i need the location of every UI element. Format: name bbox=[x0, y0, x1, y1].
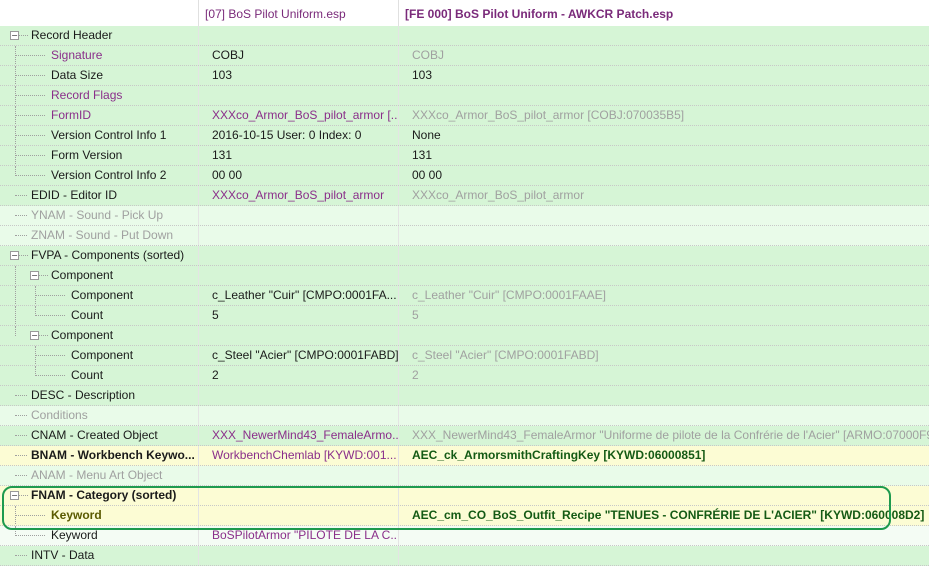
tree-row-formid[interactable]: FormID XXXco_Armor_BoS_pilot_armor [... … bbox=[0, 106, 929, 126]
value-plugin-1: COBJ bbox=[198, 46, 398, 65]
tree-row-desc[interactable]: DESC - Description bbox=[0, 386, 929, 406]
value-plugin-2: None bbox=[398, 126, 929, 145]
value-plugin-1: 2016-10-15 User: 0 Index: 0 bbox=[198, 126, 398, 145]
value-plugin-1: 5 bbox=[198, 306, 398, 325]
value-plugin-1: WorkbenchChemlab [KYWD:001... bbox=[198, 446, 398, 465]
value-plugin-2: 00 00 bbox=[398, 166, 929, 185]
field-name: Form Version bbox=[51, 148, 123, 162]
collapse-icon[interactable]: − bbox=[10, 251, 19, 260]
value-plugin-2: 5 bbox=[398, 306, 929, 325]
field-name: EDID - Editor ID bbox=[31, 188, 118, 202]
value-plugin-1: 00 00 bbox=[198, 166, 398, 185]
value-plugin-1: c_Steel "Acier" [CMPO:0001FABD] bbox=[198, 346, 398, 365]
field-name: Component bbox=[71, 348, 134, 362]
field-name: Version Control Info 2 bbox=[51, 168, 167, 182]
field-name: Signature bbox=[51, 48, 103, 62]
field-name: BNAM - Workbench Keywo... bbox=[31, 448, 195, 462]
field-name: DESC - Description bbox=[31, 388, 136, 402]
tree-row-form-version[interactable]: Form Version 131 131 bbox=[0, 146, 929, 166]
field-name: Component bbox=[51, 328, 114, 342]
tree-row-record-header[interactable]: − Record Header bbox=[0, 26, 929, 46]
field-name: Conditions bbox=[31, 408, 88, 422]
value-plugin-2: c_Steel "Acier" [CMPO:0001FABD] bbox=[398, 346, 929, 365]
tree-row-version-control-info-2[interactable]: Version Control Info 2 00 00 00 00 bbox=[0, 166, 929, 186]
value-plugin-2: XXXco_Armor_BoS_pilot_armor [COBJ:070035… bbox=[398, 106, 929, 125]
collapse-icon[interactable]: − bbox=[10, 491, 19, 500]
field-name: Data Size bbox=[51, 68, 104, 82]
field-name: Count bbox=[71, 308, 104, 322]
collapse-icon[interactable]: − bbox=[30, 271, 39, 280]
tree-row-keyword[interactable]: Keyword BoSPilotArmor "PILOTE DE LA C... bbox=[0, 526, 929, 546]
value-plugin-1: XXXco_Armor_BoS_pilot_armor [... bbox=[198, 106, 398, 125]
column-header-bar: [07] BoS Pilot Uniform.esp [FE 000] BoS … bbox=[0, 0, 929, 27]
value-plugin-1: BoSPilotArmor "PILOTE DE LA C... bbox=[198, 526, 398, 545]
value-plugin-2: COBJ bbox=[398, 46, 929, 65]
collapse-icon[interactable]: − bbox=[10, 31, 19, 40]
tree-row-component[interactable]: Component c_Leather "Cuir" [CMPO:0001FA.… bbox=[0, 286, 929, 306]
value-plugin-1 bbox=[198, 506, 398, 525]
column-divider[interactable] bbox=[198, 0, 199, 26]
tree-row-keyword-added[interactable]: Keyword AEC_cm_CO_BoS_Outfit_Recipe "TEN… bbox=[0, 506, 929, 526]
tree-row-bnam[interactable]: BNAM - Workbench Keywo... WorkbenchCheml… bbox=[0, 446, 929, 466]
tree-row-component[interactable]: Component c_Steel "Acier" [CMPO:0001FABD… bbox=[0, 346, 929, 366]
tree-row-signature[interactable]: Signature COBJ COBJ bbox=[0, 46, 929, 66]
column-header-plugin-1[interactable]: [07] BoS Pilot Uniform.esp bbox=[205, 0, 395, 26]
field-name: Component bbox=[71, 288, 134, 302]
field-name: INTV - Data bbox=[31, 548, 95, 562]
value-plugin-1: 131 bbox=[198, 146, 398, 165]
field-name: FormID bbox=[51, 108, 91, 122]
field-name: FNAM - Category (sorted) bbox=[31, 488, 177, 502]
field-name: FVPA - Components (sorted) bbox=[31, 248, 185, 262]
field-name: ZNAM - Sound - Put Down bbox=[31, 228, 174, 242]
field-name: Record Flags bbox=[51, 88, 123, 102]
value-plugin-1: 2 bbox=[198, 366, 398, 385]
tree-row-count[interactable]: Count 5 5 bbox=[0, 306, 929, 326]
tree-row-ynam[interactable]: YNAM - Sound - Pick Up bbox=[0, 206, 929, 226]
value-plugin-2: AEC_cm_CO_BoS_Outfit_Recipe "TENUES - CO… bbox=[398, 506, 929, 525]
field-name: Record Header bbox=[31, 28, 113, 42]
value-plugin-2: XXXco_Armor_BoS_pilot_armor bbox=[398, 186, 929, 205]
collapse-icon[interactable]: − bbox=[30, 331, 39, 340]
tree-row-anam[interactable]: ANAM - Menu Art Object bbox=[0, 466, 929, 486]
field-name: Keyword bbox=[51, 508, 102, 522]
column-header-plugin-2[interactable]: [FE 000] BoS Pilot Uniform - AWKCR Patch… bbox=[405, 0, 925, 26]
tree-row-conditions[interactable]: Conditions bbox=[0, 406, 929, 426]
field-name: ANAM - Menu Art Object bbox=[31, 468, 163, 482]
tree-row-count[interactable]: Count 2 2 bbox=[0, 366, 929, 386]
value-plugin-2: 2 bbox=[398, 366, 929, 385]
tree-row-znam[interactable]: ZNAM - Sound - Put Down bbox=[0, 226, 929, 246]
tree-row-component-group-1[interactable]: − Component bbox=[0, 266, 929, 286]
field-name: YNAM - Sound - Pick Up bbox=[31, 208, 164, 222]
tree-row-cnam[interactable]: CNAM - Created Object XXX_NewerMind43_Fe… bbox=[0, 426, 929, 446]
record-tree: − Record Header Signature COBJ COBJ Data… bbox=[0, 26, 929, 566]
field-name: Count bbox=[71, 368, 104, 382]
value-plugin-2: AEC_ck_ArmorsmithCraftingKey [KYWD:06000… bbox=[398, 446, 929, 465]
value-plugin-1: 103 bbox=[198, 66, 398, 85]
value-plugin-1: XXX_NewerMind43_FemaleArmo... bbox=[198, 426, 398, 445]
tree-row-component-group-2[interactable]: − Component bbox=[0, 326, 929, 346]
value-plugin-2: 103 bbox=[398, 66, 929, 85]
value-plugin-1: XXXco_Armor_BoS_pilot_armor bbox=[198, 186, 398, 205]
tree-row-record-flags[interactable]: Record Flags bbox=[0, 86, 929, 106]
tree-row-edid[interactable]: EDID - Editor ID XXXco_Armor_BoS_pilot_a… bbox=[0, 186, 929, 206]
tree-row-version-control-info-1[interactable]: Version Control Info 1 2016-10-15 User: … bbox=[0, 126, 929, 146]
value-plugin-2: XXX_NewerMind43_FemaleArmor "Uniforme de… bbox=[398, 426, 929, 445]
tree-row-data-size[interactable]: Data Size 103 103 bbox=[0, 66, 929, 86]
value-plugin-2: c_Leather "Cuir" [CMPO:0001FAAE] bbox=[398, 286, 929, 305]
value-plugin-2 bbox=[398, 526, 929, 545]
field-name: CNAM - Created Object bbox=[31, 428, 158, 442]
value-plugin-1: c_Leather "Cuir" [CMPO:0001FA... bbox=[198, 286, 398, 305]
value-plugin-2: 131 bbox=[398, 146, 929, 165]
field-name: Component bbox=[51, 268, 114, 282]
field-name: Keyword bbox=[51, 528, 98, 542]
tree-row-fvpa[interactable]: − FVPA - Components (sorted) bbox=[0, 246, 929, 266]
tree-row-fnam[interactable]: − FNAM - Category (sorted) bbox=[0, 486, 929, 506]
column-divider[interactable] bbox=[398, 0, 399, 26]
field-name: Version Control Info 1 bbox=[51, 128, 167, 142]
tree-row-intv[interactable]: INTV - Data bbox=[0, 546, 929, 566]
